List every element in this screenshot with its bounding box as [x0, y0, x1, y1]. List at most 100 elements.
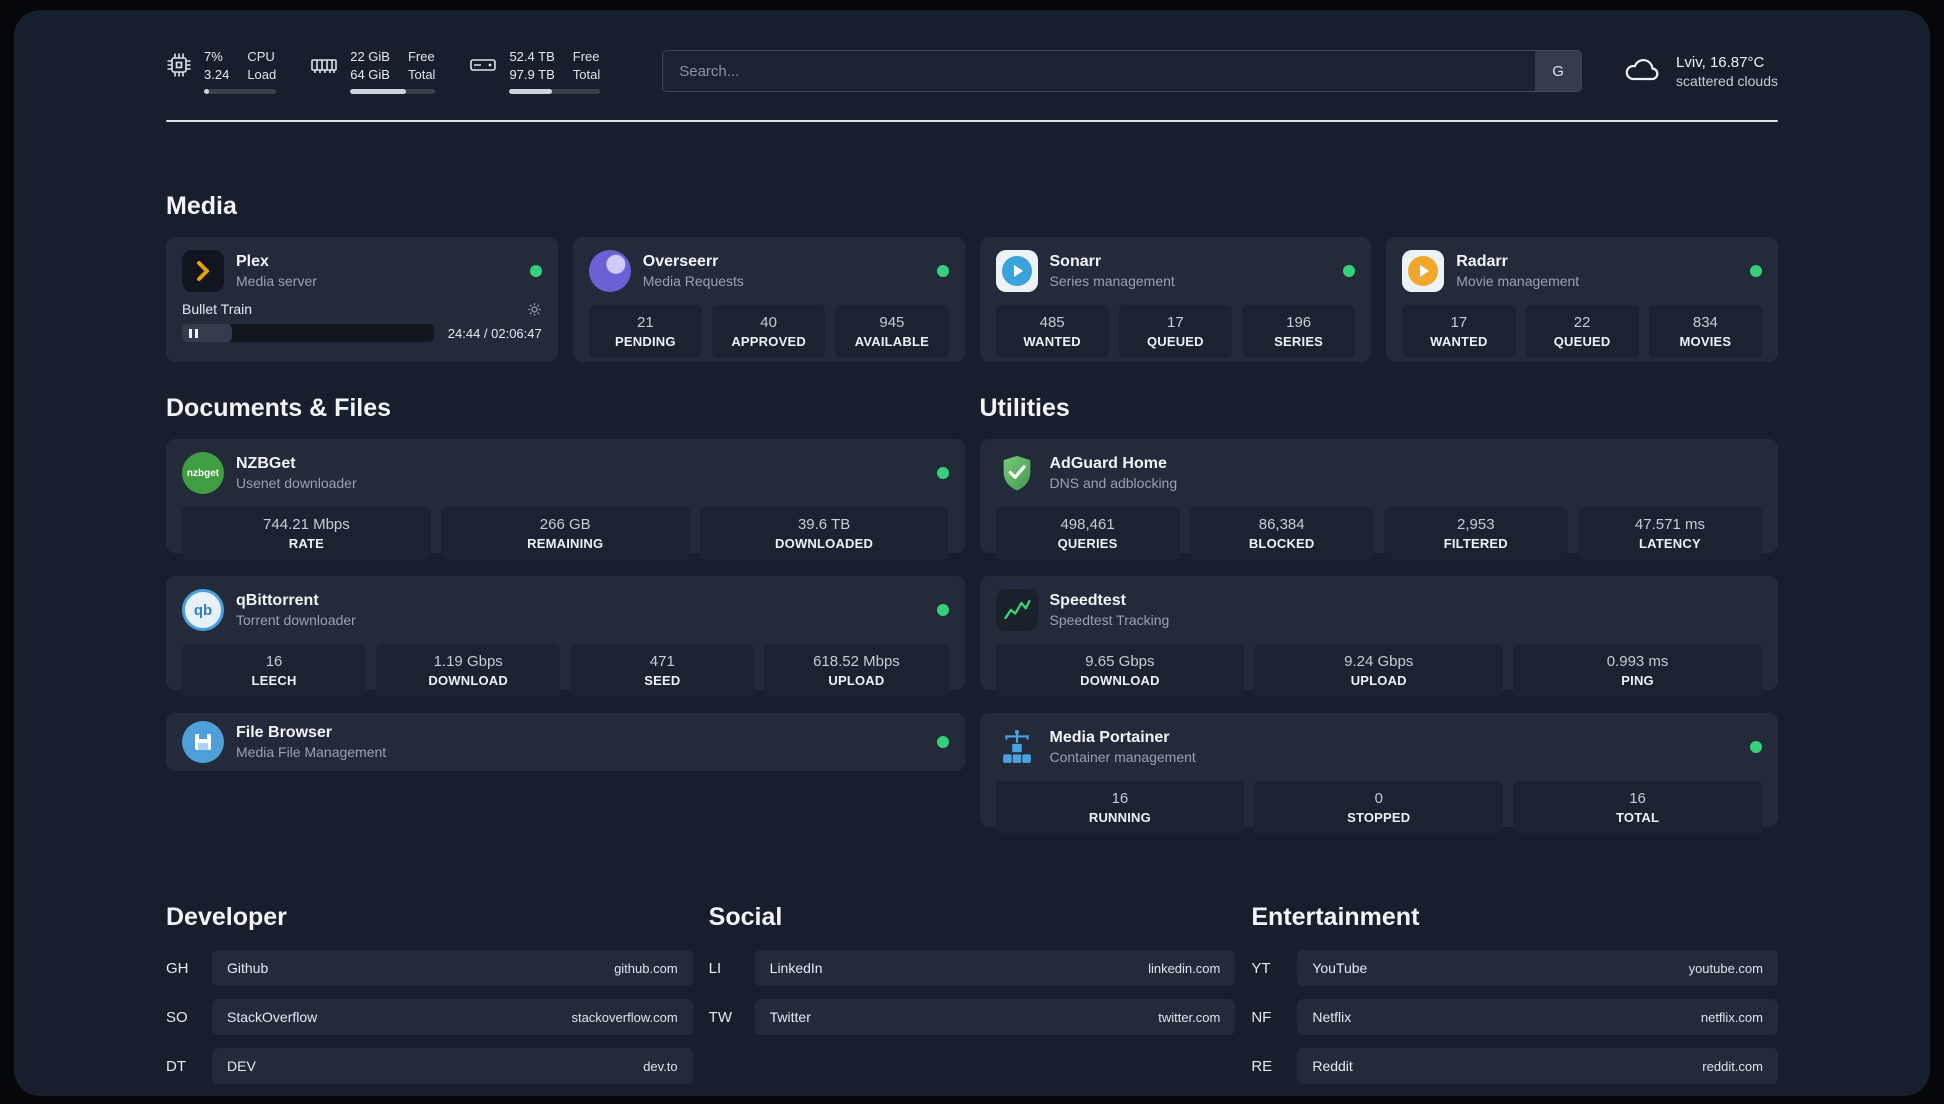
- stat-value: 9.65 Gbps: [1085, 653, 1155, 671]
- stat-label: SEED: [644, 673, 681, 689]
- bookmark-row: SO StackOverflow stackoverflow.com: [166, 999, 693, 1036]
- stat-label: PING: [1621, 673, 1654, 689]
- media-section-heading: Media: [166, 192, 237, 221]
- bookmark-name: Netflix: [1312, 1009, 1352, 1026]
- stat-tile: 0.993 ms PING: [1513, 644, 1762, 698]
- cpu-percent: 7%: [204, 49, 223, 64]
- stat-tile: 40 APPROVED: [712, 305, 826, 359]
- stat-value: 21: [637, 314, 654, 332]
- stat-tile: 1.19 Gbps DOWNLOAD: [376, 644, 561, 698]
- stat-value: 498,461: [1060, 516, 1115, 534]
- bookmark-name: Twitter: [769, 1009, 811, 1026]
- portainer-card-header: Media Portainer Container management: [996, 726, 1762, 768]
- stat-tile: 834 MOVIES: [1648, 305, 1762, 359]
- documents-section-heading: Documents & Files: [166, 394, 392, 423]
- stat-label: RATE: [288, 536, 325, 552]
- portainer-card[interactable]: Media Portainer Container management 16 …: [979, 713, 1778, 835]
- bookmark-abbr: GH: [166, 959, 189, 977]
- bookmark-link-twitter[interactable]: Twitter twitter.com: [754, 999, 1236, 1036]
- qbittorrent-card[interactable]: qb qBittorrent Torrent downloader 16 LEE…: [166, 576, 965, 698]
- bookmark-link-reddit[interactable]: Reddit reddit.com: [1297, 1048, 1778, 1085]
- stat-tile: 2,953 FILTERED: [1383, 507, 1568, 561]
- seek-bar[interactable]: [182, 324, 434, 343]
- app-subtitle: Media server: [236, 273, 317, 290]
- now-playing-title: Bullet Train: [182, 301, 253, 318]
- disk-metric: 52.4 TB 97.9 TB Free Total: [469, 48, 601, 95]
- status-dot: [1750, 741, 1762, 754]
- bookmark-link-github[interactable]: Github github.com: [212, 950, 693, 987]
- stat-label: QUERIES: [1057, 536, 1118, 552]
- bookmark-abbr: LI: [708, 959, 722, 977]
- status-dot: [529, 265, 542, 278]
- stat-label: UPLOAD: [828, 673, 885, 689]
- stat-label: FILTERED: [1443, 536, 1508, 552]
- bookmark-url: twitter.com: [1158, 1009, 1221, 1025]
- speedtest-icon: [995, 589, 1038, 632]
- bookmark-row: RE Reddit reddit.com: [1251, 1048, 1778, 1085]
- stat-label: LATENCY: [1639, 536, 1701, 552]
- stat-tile: 16 TOTAL: [1513, 781, 1762, 835]
- ram-progress-bar: [350, 89, 436, 95]
- adguard-card[interactable]: AdGuard Home DNS and adblocking 498,461 …: [979, 439, 1778, 561]
- ram-icon: [310, 52, 338, 83]
- bookmark-name: LinkedIn: [769, 960, 823, 977]
- pause-icon[interactable]: [189, 328, 198, 338]
- stat-label: PENDING: [615, 334, 676, 350]
- stats-row: 485 WANTED 17 QUEUED 196 SERIES: [995, 305, 1356, 359]
- stat-tile: 17 WANTED: [1402, 305, 1516, 359]
- stat-label: RUNNING: [1088, 810, 1151, 826]
- disk-progress-bar: [509, 89, 601, 95]
- bookmark-name: YouTube: [1312, 960, 1368, 977]
- nzbget-card[interactable]: nzbget NZBGet Usenet downloader 744.21 M…: [166, 439, 965, 561]
- bookmark-link-youtube[interactable]: YouTube youtube.com: [1297, 950, 1778, 987]
- speedtest-card[interactable]: Speedtest Speedtest Tracking 9.65 Gbps D…: [979, 576, 1778, 698]
- cpu-metric-body: 7% 3.24 CPU Load: [204, 48, 277, 95]
- search-input[interactable]: [663, 51, 1536, 92]
- overseerr-card[interactable]: Overseerr Media Requests 21 PENDING 40 A…: [572, 237, 965, 363]
- stat-value: 9.24 Gbps: [1344, 653, 1414, 671]
- bookmark-row: DT DEV dev.to: [166, 1048, 693, 1085]
- plex-card[interactable]: Plex Media server Bullet Train 24:44 / 0…: [166, 237, 558, 363]
- radarr-card-header: Radarr Movie management: [1402, 250, 1762, 293]
- sonarr-card-header: Sonarr Series management: [995, 250, 1356, 293]
- app-name: Sonarr: [1049, 253, 1102, 271]
- filebrowser-card[interactable]: File Browser Media File Management: [166, 713, 965, 772]
- media-section: Media Plex Media server Bullet Train 24:…: [166, 192, 1778, 363]
- search-engine-button[interactable]: G: [1535, 51, 1582, 92]
- stat-tile: 945 AVAILABLE: [835, 305, 949, 359]
- ram-metric-body: 22 GiB 64 GiB Free Total: [350, 48, 436, 95]
- stat-tile: 744.21 Mbps RATE: [182, 507, 431, 561]
- stat-label: DOWNLOADED: [775, 536, 874, 552]
- stat-label: BLOCKED: [1248, 536, 1315, 552]
- stat-tile: 22 QUEUED: [1525, 305, 1639, 359]
- gear-icon[interactable]: [527, 302, 542, 317]
- cloud-icon: [1622, 53, 1664, 90]
- app-subtitle: Torrent downloader: [236, 612, 356, 629]
- stat-label: AVAILABLE: [854, 334, 929, 350]
- app-name: AdGuard Home: [1049, 455, 1167, 473]
- ram-total-label: Total: [407, 66, 436, 82]
- sonarr-card[interactable]: Sonarr Series management 485 WANTED 17 Q…: [979, 237, 1372, 363]
- stat-tile: 47.571 ms LATENCY: [1577, 507, 1762, 561]
- bookmark-link-dev[interactable]: DEV dev.to: [212, 1048, 693, 1085]
- adguard-card-header: AdGuard Home DNS and adblocking: [996, 452, 1763, 494]
- ram-metric: 22 GiB 64 GiB Free Total: [310, 48, 436, 95]
- stat-value: 47.571 ms: [1634, 516, 1705, 534]
- stat-value: 40: [760, 314, 777, 332]
- bookmark-link-linkedin[interactable]: LinkedIn linkedin.com: [754, 950, 1236, 987]
- bookmark-row: NF Netflix netflix.com: [1251, 999, 1778, 1036]
- stat-value: 266 GB: [539, 516, 591, 534]
- stat-label: QUEUED: [1553, 334, 1611, 350]
- stat-label: APPROVED: [731, 334, 806, 350]
- stat-value: 16: [1629, 790, 1646, 808]
- stat-label: SERIES: [1274, 334, 1324, 350]
- bookmark-name: Reddit: [1312, 1058, 1353, 1075]
- radarr-card[interactable]: Radarr Movie management 17 WANTED 22 QUE…: [1386, 237, 1778, 363]
- stat-tile: 471 SEED: [570, 644, 755, 698]
- disk-metric-body: 52.4 TB 97.9 TB Free Total: [509, 48, 601, 95]
- bookmark-link-stackoverflow[interactable]: StackOverflow stackoverflow.com: [212, 999, 693, 1036]
- status-dot: [936, 736, 949, 749]
- lower-sections: Documents & Files nzbget NZBGet Usenet d…: [166, 394, 1778, 835]
- status-dot: [1750, 265, 1762, 278]
- bookmark-link-netflix[interactable]: Netflix netflix.com: [1297, 999, 1778, 1036]
